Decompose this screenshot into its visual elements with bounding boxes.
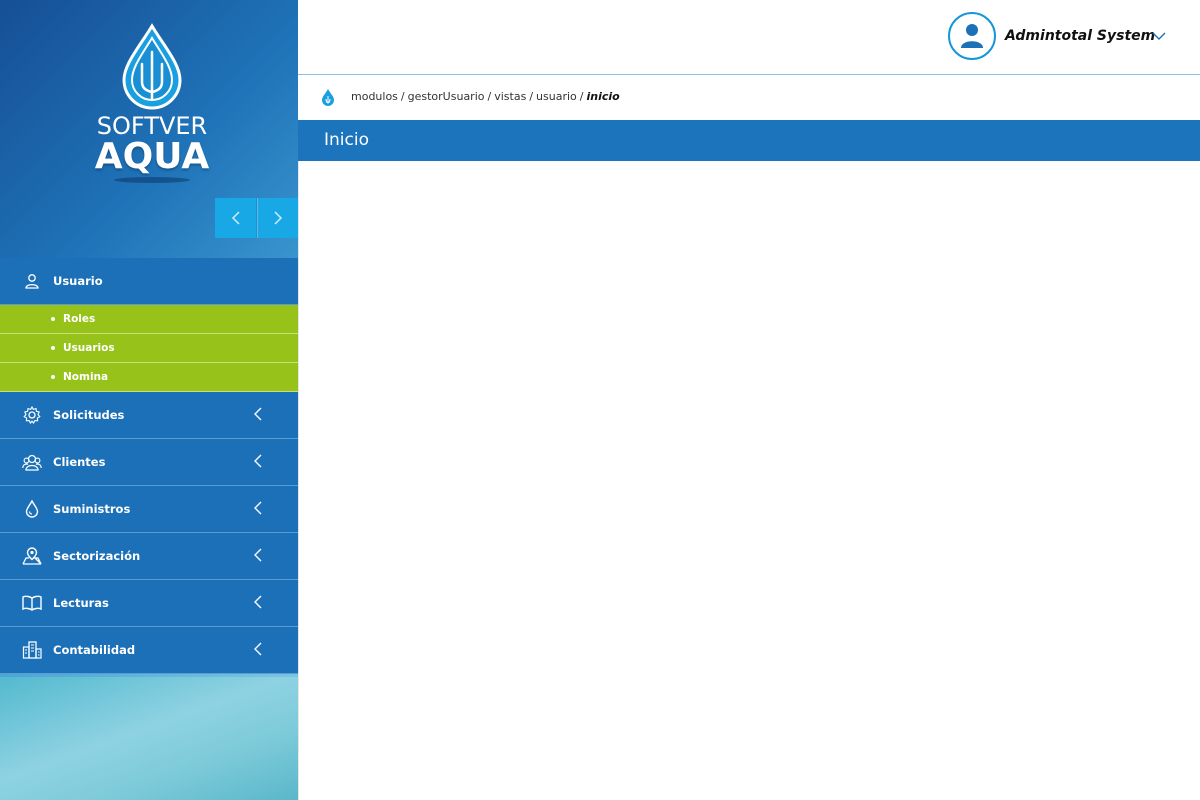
user-name[interactable]: Admintotal System <box>1005 28 1155 44</box>
submenu-item-label: Usuarios <box>63 342 115 354</box>
breadcrumb-current: inicio <box>586 90 620 103</box>
sidebar-item-solicitudes[interactable]: Solicitudes <box>0 392 298 439</box>
sidebar-item-suministros[interactable]: Suministros <box>0 486 298 533</box>
breadcrumb-separator: / <box>400 90 405 103</box>
sidebar-item-label: Contabilidad <box>53 643 136 657</box>
sidebar-menu: Usuario Roles Usuarios Nomina Solicitude… <box>0 258 298 674</box>
user-icon <box>961 24 983 48</box>
building-icon <box>21 639 43 661</box>
group-icon <box>21 451 43 473</box>
sidebar-item-contabilidad[interactable]: Contabilidad <box>0 627 298 674</box>
chevron-left-icon <box>231 211 240 225</box>
breadcrumb-item[interactable]: modulos <box>351 90 398 103</box>
sidebar-item-label: Lecturas <box>53 596 109 610</box>
submenu-item-roles[interactable]: Roles <box>0 305 298 334</box>
main-content <box>298 161 1200 800</box>
logo-shadow <box>114 177 190 183</box>
user-outline-icon <box>21 270 43 292</box>
breadcrumb: modulos / gestorUsuario / vistas / usuario / ini… <box>298 76 1200 120</box>
sidebar-footer-background <box>0 677 298 800</box>
bullet <box>51 375 55 379</box>
sidebar-prev-button[interactable] <box>215 198 256 238</box>
bullet <box>51 346 55 350</box>
sidebar-item-label: Solicitudes <box>53 408 125 422</box>
breadcrumb-separator: / <box>487 90 492 103</box>
breadcrumb-separator: / <box>579 90 584 103</box>
sidebar-item-usuario[interactable]: Usuario <box>0 258 298 305</box>
breadcrumb-item[interactable]: vistas <box>494 90 526 103</box>
water-drop-icon <box>21 498 43 520</box>
sidebar-item-sectorizacion[interactable]: Sectorización <box>0 533 298 580</box>
sidebar-next-button[interactable] <box>257 198 298 238</box>
submenu-item-label: Roles <box>63 313 96 325</box>
brand-logo: SOFTVER AQUA <box>92 22 212 187</box>
sidebar-item-clientes[interactable]: Clientes <box>0 439 298 486</box>
water-drop-logo-icon <box>122 23 182 110</box>
sidebar-item-label: Clientes <box>53 455 106 469</box>
sidebar-nav-arrows <box>215 198 298 238</box>
map-pin-icon <box>21 545 43 567</box>
chevron-left-icon <box>254 548 262 562</box>
breadcrumb-trail: modulos / gestorUsuario / vistas / usuario / ini… <box>351 90 620 103</box>
breadcrumb-item[interactable]: usuario <box>536 90 577 103</box>
breadcrumb-separator: / <box>529 90 534 103</box>
sidebar-item-label: Suministros <box>53 502 131 516</box>
chevron-left-icon <box>254 407 262 421</box>
sidebar-item-label: Sectorización <box>53 549 141 563</box>
brand-name-bottom: AQUA <box>94 136 210 177</box>
sidebar-item-lecturas[interactable]: Lecturas <box>0 580 298 627</box>
submenu-item-nomina[interactable]: Nomina <box>0 363 298 392</box>
page-title: Inicio <box>324 130 369 150</box>
submenu-item-label: Nomina <box>63 371 109 383</box>
chevron-right-icon <box>274 211 283 225</box>
top-bar: Admintotal System <box>298 0 1200 75</box>
chevron-down-icon[interactable] <box>1152 32 1166 41</box>
chevron-left-icon <box>254 595 262 609</box>
chevron-left-icon <box>254 642 262 656</box>
water-drop-icon <box>322 89 334 106</box>
page-title-bar: Inicio <box>298 120 1200 161</box>
user-avatar[interactable] <box>948 12 996 60</box>
sidebar-item-label: Usuario <box>53 274 103 288</box>
gear-icon <box>21 404 43 426</box>
chevron-left-icon <box>254 454 262 468</box>
sidebar: SOFTVER AQUA Usuario Roles Usuarios Nomi… <box>0 0 298 800</box>
bullet <box>51 317 55 321</box>
breadcrumb-item[interactable]: gestorUsuario <box>408 90 485 103</box>
chevron-left-icon <box>254 501 262 515</box>
submenu-item-usuarios[interactable]: Usuarios <box>0 334 298 363</box>
book-icon <box>21 592 43 614</box>
